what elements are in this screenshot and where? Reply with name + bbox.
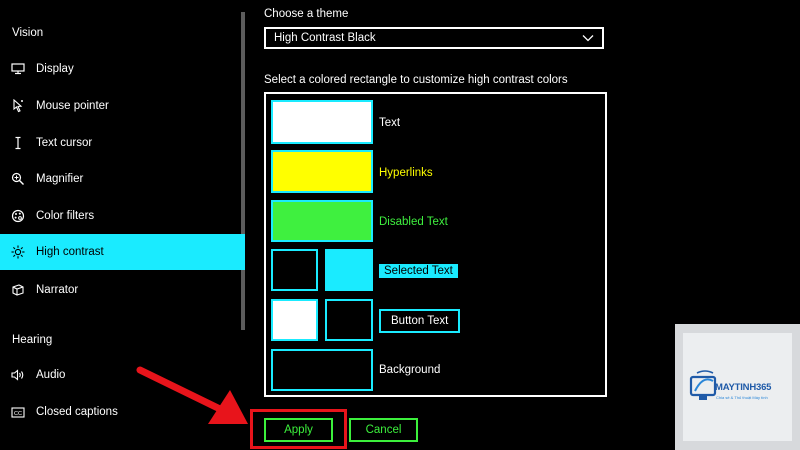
button-text-label: Button Text: [379, 309, 461, 333]
annotation-arrow-icon: [136, 366, 248, 424]
section-vision: Vision: [12, 27, 44, 39]
selected-text-label: Selected Text: [379, 264, 458, 278]
sidebar-item-label: Magnifier: [36, 173, 84, 185]
background-color-label: Background: [379, 364, 441, 376]
text-color-label: Text: [379, 117, 401, 129]
theme-label: Choose a theme: [264, 8, 349, 20]
text-cursor-icon: [0, 136, 36, 150]
text-color-swatch[interactable]: [271, 100, 373, 144]
closed-captions-icon: CC: [0, 406, 36, 418]
colors-label: Select a colored rectangle to customize …: [264, 74, 568, 86]
sidebar-item-magnifier[interactable]: Magnifier: [0, 161, 245, 197]
sidebar-item-label: Color filters: [36, 210, 95, 222]
high-contrast-icon: [0, 245, 36, 259]
annotation-highlight-box: [250, 409, 347, 449]
disabled-text-color-label: Disabled Text: [379, 216, 448, 228]
mouse-pointer-icon: [0, 99, 36, 113]
sidebar-item-label: Mouse pointer: [36, 100, 109, 112]
cancel-button[interactable]: Cancel: [349, 418, 418, 442]
selected-text-foreground-swatch[interactable]: [271, 249, 318, 291]
sidebar-item-narrator[interactable]: Narrator: [0, 272, 245, 308]
theme-dropdown[interactable]: High Contrast Black: [264, 27, 604, 49]
brand-tagline: Chia sẻ & Thủ thuật Máy tính: [716, 395, 768, 400]
hyperlink-color-swatch[interactable]: [271, 150, 373, 193]
color-filters-icon: [0, 209, 36, 223]
sidebar-item-mouse-pointer[interactable]: Mouse pointer: [0, 88, 245, 124]
sidebar-item-label: Narrator: [36, 284, 79, 296]
sidebar-item-label: Text cursor: [36, 137, 93, 149]
selected-text-background-swatch[interactable]: [325, 249, 373, 291]
background-color-swatch[interactable]: [271, 349, 373, 391]
watermark-logo: MAYTINH365 Chia sẻ & Thủ thuật Máy tính: [675, 324, 800, 450]
sidebar-item-label: Closed captions: [36, 406, 118, 418]
sidebar-item-label: High contrast: [36, 246, 104, 258]
sidebar-item-label: Audio: [36, 369, 66, 381]
section-hearing: Hearing: [12, 334, 53, 346]
sidebar-item-display[interactable]: Display: [0, 51, 245, 87]
sidebar-item-color-filters[interactable]: Color filters: [0, 198, 245, 234]
speaker-icon: [0, 369, 36, 381]
narrator-icon: [0, 283, 36, 297]
monitor-icon: [0, 63, 36, 75]
svg-text:CC: CC: [14, 411, 22, 417]
theme-dropdown-value: High Contrast Black: [274, 32, 376, 44]
magnifier-icon: [0, 172, 36, 186]
button-text-foreground-swatch[interactable]: [271, 299, 318, 341]
color-panel: Text Hyperlinks Disabled Text Selected T…: [264, 92, 607, 397]
brand-name: MAYTINH365: [715, 382, 772, 393]
sidebar-item-text-cursor[interactable]: Text cursor: [0, 125, 245, 161]
sidebar-item-label: Display: [36, 63, 74, 75]
hyperlink-color-label: Hyperlinks: [379, 167, 433, 179]
disabled-text-color-swatch[interactable]: [271, 200, 373, 242]
chevron-down-icon: [582, 33, 594, 45]
sidebar-item-high-contrast[interactable]: High contrast: [0, 234, 245, 270]
button-text-background-swatch[interactable]: [325, 299, 373, 341]
